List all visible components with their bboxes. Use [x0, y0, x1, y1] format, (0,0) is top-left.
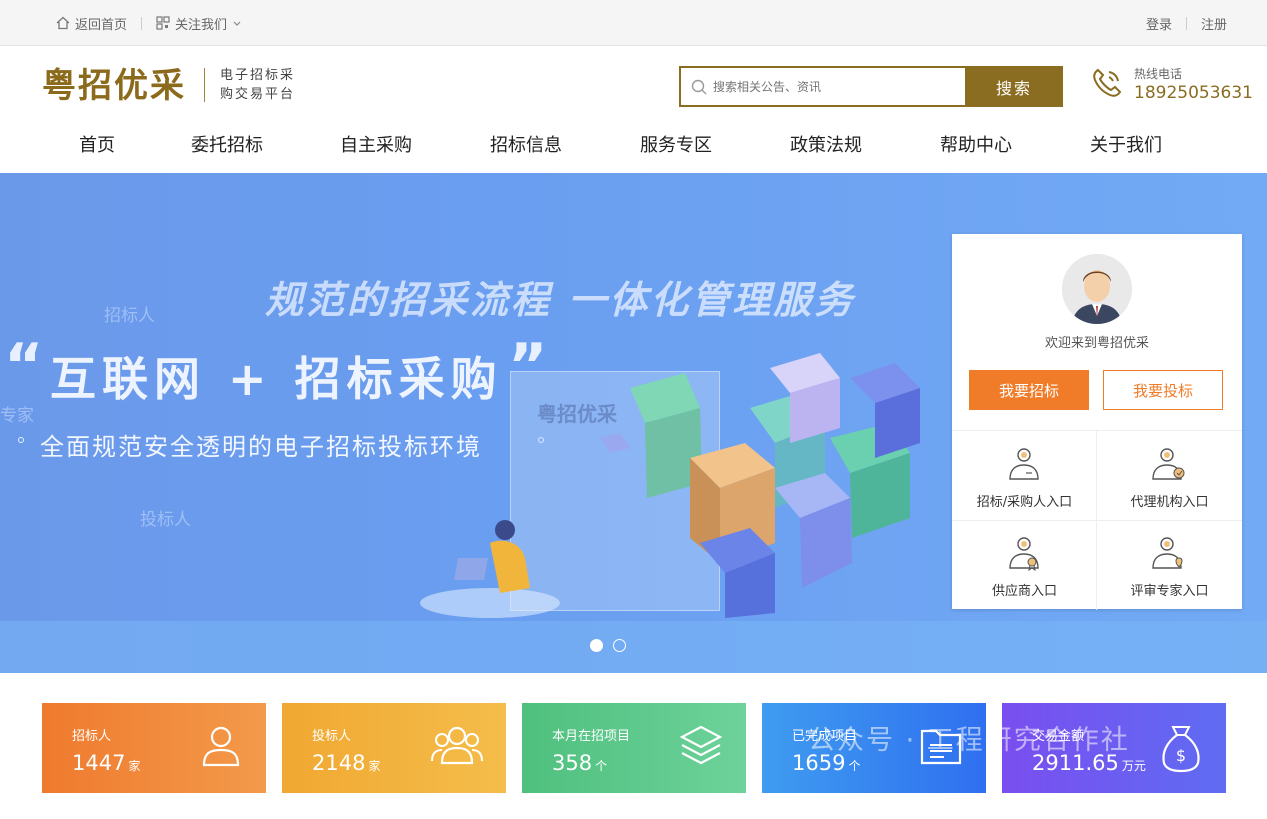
- nav-item-policy[interactable]: 政策法规: [771, 126, 881, 173]
- stat-card-projects-this-month[interactable]: 本月在招项目 358 个: [522, 703, 746, 793]
- logo-subtitle-line-2: 购交易平台: [220, 87, 296, 102]
- layers-icon: [679, 725, 723, 765]
- hotline-label: 热线电话: [1134, 67, 1183, 81]
- supplier-icon: [1009, 537, 1039, 572]
- divider: [1185, 16, 1187, 30]
- chevron-down-icon: [233, 21, 241, 26]
- login-panel: 欢迎来到粤招优采 我要招标 我要投标 招标/采购人入口 代理机构入口 供应商入口…: [952, 234, 1242, 610]
- nav-item-tender-info[interactable]: 招标信息: [471, 126, 581, 173]
- stat-unit: 个: [848, 759, 861, 773]
- entry-purchaser[interactable]: 招标/采购人入口: [952, 431, 1097, 520]
- tender-button[interactable]: 我要招标: [969, 370, 1089, 410]
- stat-title: 招标人: [72, 729, 112, 744]
- entry-label: 代理机构入口: [1130, 495, 1209, 510]
- logo-divider: [204, 68, 205, 102]
- nav-item-service-zone[interactable]: 服务专区: [621, 126, 731, 173]
- stat-unit: 家: [128, 759, 141, 773]
- stat-title: 本月在招项目: [552, 729, 631, 744]
- users-icon: [431, 726, 483, 765]
- follow-us-dropdown[interactable]: 关注我们: [156, 14, 242, 33]
- stat-card-tenderers[interactable]: 招标人 1447 家: [42, 703, 266, 793]
- person-illustration: [420, 520, 560, 618]
- cubes-illustration: [600, 353, 920, 618]
- banner-band: [0, 621, 1267, 673]
- banner-subtitle: 全面规范安全透明的电子招标投标环境: [40, 433, 482, 461]
- banner-slogan: 互联网 + 招标采购: [50, 352, 503, 406]
- banner-quote-open: “: [4, 331, 44, 401]
- svg-text:$: $: [1176, 746, 1186, 765]
- login-link[interactable]: 登录: [1146, 14, 1172, 33]
- qrcode-icon: [156, 16, 170, 30]
- carousel-pager: [590, 639, 626, 652]
- stat-value: 1447 家: [72, 751, 140, 775]
- watermark-text: 公众号 · 工程研究合作社: [808, 725, 1130, 756]
- agency-icon: [1152, 448, 1185, 480]
- stat-value: 2148 家: [312, 751, 380, 775]
- search-input[interactable]: [713, 79, 953, 94]
- expert-icon: [1152, 537, 1183, 569]
- nav-item-home[interactable]: 首页: [42, 126, 152, 173]
- hotline-number: 18925053631: [1134, 83, 1253, 103]
- divider: [141, 16, 143, 30]
- nav-item-self-procurement[interactable]: 自主采购: [321, 126, 431, 173]
- follow-us-label: 关注我们: [175, 17, 228, 33]
- entry-grid: 招标/采购人入口 代理机构入口 供应商入口 评审专家入口: [952, 430, 1242, 610]
- search-icon: [691, 79, 707, 94]
- search-bar: 搜索: [679, 66, 1063, 107]
- stat-number: 1447: [72, 751, 126, 775]
- carousel-dot-active[interactable]: [590, 639, 603, 652]
- stat-number: 2148: [312, 751, 366, 775]
- stat-unit: 家: [368, 759, 381, 773]
- stats-row: 招标人 1447 家 投标人 2148 家 本月在招项目 358 个 已完成项目 16…: [0, 673, 1267, 819]
- nav-item-help[interactable]: 帮助中心: [921, 126, 1031, 173]
- stat-number: 358: [552, 751, 593, 775]
- bid-button[interactable]: 我要投标: [1103, 370, 1223, 410]
- hotline: 热线电话 18925053631: [1090, 66, 1253, 104]
- user-avatar-icon: [1062, 254, 1132, 324]
- top-bar-right: 登录 注册: [1146, 0, 1227, 46]
- stat-unit: 万元: [1121, 759, 1146, 773]
- search-box: [679, 66, 965, 107]
- top-bar-left: 返回首页 关注我们: [56, 0, 242, 46]
- register-link[interactable]: 注册: [1201, 14, 1227, 33]
- banner-faint-label: 专家: [0, 406, 34, 426]
- entry-agency[interactable]: 代理机构入口: [1097, 431, 1242, 520]
- banner-dot-decoration: [18, 437, 24, 443]
- stat-unit: 个: [595, 759, 608, 773]
- entry-expert[interactable]: 评审专家入口: [1097, 520, 1242, 609]
- banner-faint-label: 投标人: [140, 510, 191, 530]
- nav-item-about[interactable]: 关于我们: [1071, 126, 1181, 173]
- logo-subtitle: 电子招标采 购交易平台: [220, 66, 295, 104]
- welcome-text: 欢迎来到粤招优采: [1044, 336, 1149, 351]
- back-home-label: 返回首页: [75, 17, 128, 33]
- top-bar: 返回首页 关注我们 登录 注册: [0, 0, 1267, 46]
- purchaser-icon: [1009, 448, 1039, 480]
- stat-value: 358 个: [552, 751, 607, 775]
- carousel-dot[interactable]: [613, 639, 626, 652]
- avatar: [1062, 254, 1132, 324]
- home-icon: [56, 16, 70, 30]
- banner-title: 规范的招采流程 一体化管理服务: [265, 278, 856, 322]
- search-button[interactable]: 搜索: [965, 66, 1063, 107]
- user-icon: [202, 726, 240, 767]
- hero-banner[interactable]: 招标人 专家 投标人 规范的招采流程 一体化管理服务 “ 互联网 + 招标采购 …: [0, 173, 1267, 673]
- entry-label: 招标/采购人入口: [976, 495, 1073, 510]
- site-logo[interactable]: 粤招优采: [42, 66, 186, 106]
- stat-card-bidders[interactable]: 投标人 2148 家: [282, 703, 506, 793]
- logo-subtitle-line-1: 电子招标采: [220, 68, 296, 83]
- nav-item-entrusted-tender[interactable]: 委托招标: [172, 126, 282, 173]
- entry-supplier[interactable]: 供应商入口: [952, 520, 1097, 609]
- money-bag-icon: $: [1162, 726, 1200, 773]
- entry-label: 供应商入口: [991, 584, 1057, 599]
- entry-label: 评审专家入口: [1130, 584, 1209, 599]
- back-home-link[interactable]: 返回首页: [56, 14, 127, 33]
- main-nav: 首页 委托招标 自主采购 招标信息 服务专区 政策法规 帮助中心 关于我们: [0, 126, 1267, 173]
- banner-faint-label: 招标人: [104, 306, 155, 326]
- phone-icon: [1093, 68, 1122, 97]
- stat-title: 投标人: [312, 729, 352, 744]
- header: 粤招优采 电子招标采 购交易平台 搜索 热线电话 18925053631: [0, 46, 1267, 126]
